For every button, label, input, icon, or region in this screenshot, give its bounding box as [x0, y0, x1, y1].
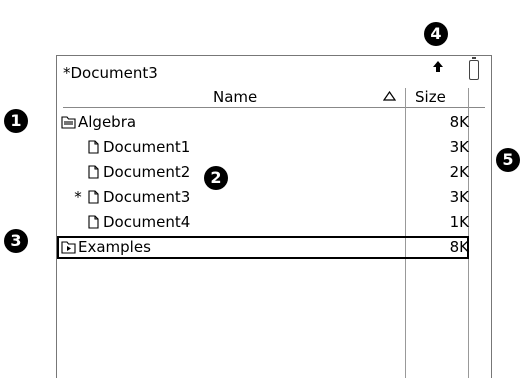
document-icon — [86, 215, 101, 229]
callout-5: 5 — [496, 148, 520, 172]
callout-4: 4 — [424, 22, 448, 46]
list-item[interactable]: Document2 2K — [57, 161, 469, 184]
item-name: Document3 — [103, 188, 191, 206]
item-size: 1K — [449, 213, 469, 231]
item-size: 8K — [449, 238, 469, 256]
list-item[interactable]: * Document3 3K — [57, 186, 469, 209]
file-browser-screen: *Document3 Name Size Algebra 8K Document1 3… — [56, 55, 492, 378]
item-name: Document1 — [103, 138, 191, 156]
item-name: Document2 — [103, 163, 191, 181]
battery-icon — [469, 57, 479, 80]
sort-ascending-icon[interactable] — [383, 91, 396, 101]
document-title: *Document3 — [63, 64, 158, 82]
callout-1: 1 — [4, 109, 28, 133]
callout-2: 2 — [204, 166, 228, 190]
header-divider — [63, 107, 485, 108]
item-size: 3K — [449, 138, 469, 156]
item-name: Examples — [78, 238, 151, 256]
modified-marker: * — [74, 188, 82, 206]
folder-closed-icon — [61, 240, 76, 254]
item-size: 3K — [449, 188, 469, 206]
item-size: 8K — [449, 113, 469, 131]
folder-open-icon — [61, 115, 76, 129]
callout-3: 3 — [4, 229, 28, 253]
document-icon — [86, 190, 101, 204]
list-item[interactable]: Document4 1K — [57, 211, 469, 234]
document-icon — [86, 140, 101, 154]
list-item[interactable]: Algebra 8K — [57, 111, 469, 134]
item-size: 2K — [449, 163, 469, 181]
column-header-name[interactable]: Name — [213, 88, 257, 106]
list-item[interactable]: Examples 8K — [57, 236, 469, 259]
list-item[interactable]: Document1 3K — [57, 136, 469, 159]
document-icon — [86, 165, 101, 179]
item-name: Algebra — [78, 113, 137, 131]
arrow-up-icon — [433, 61, 443, 72]
item-name: Document4 — [103, 213, 191, 231]
column-header-size[interactable]: Size — [415, 88, 446, 106]
